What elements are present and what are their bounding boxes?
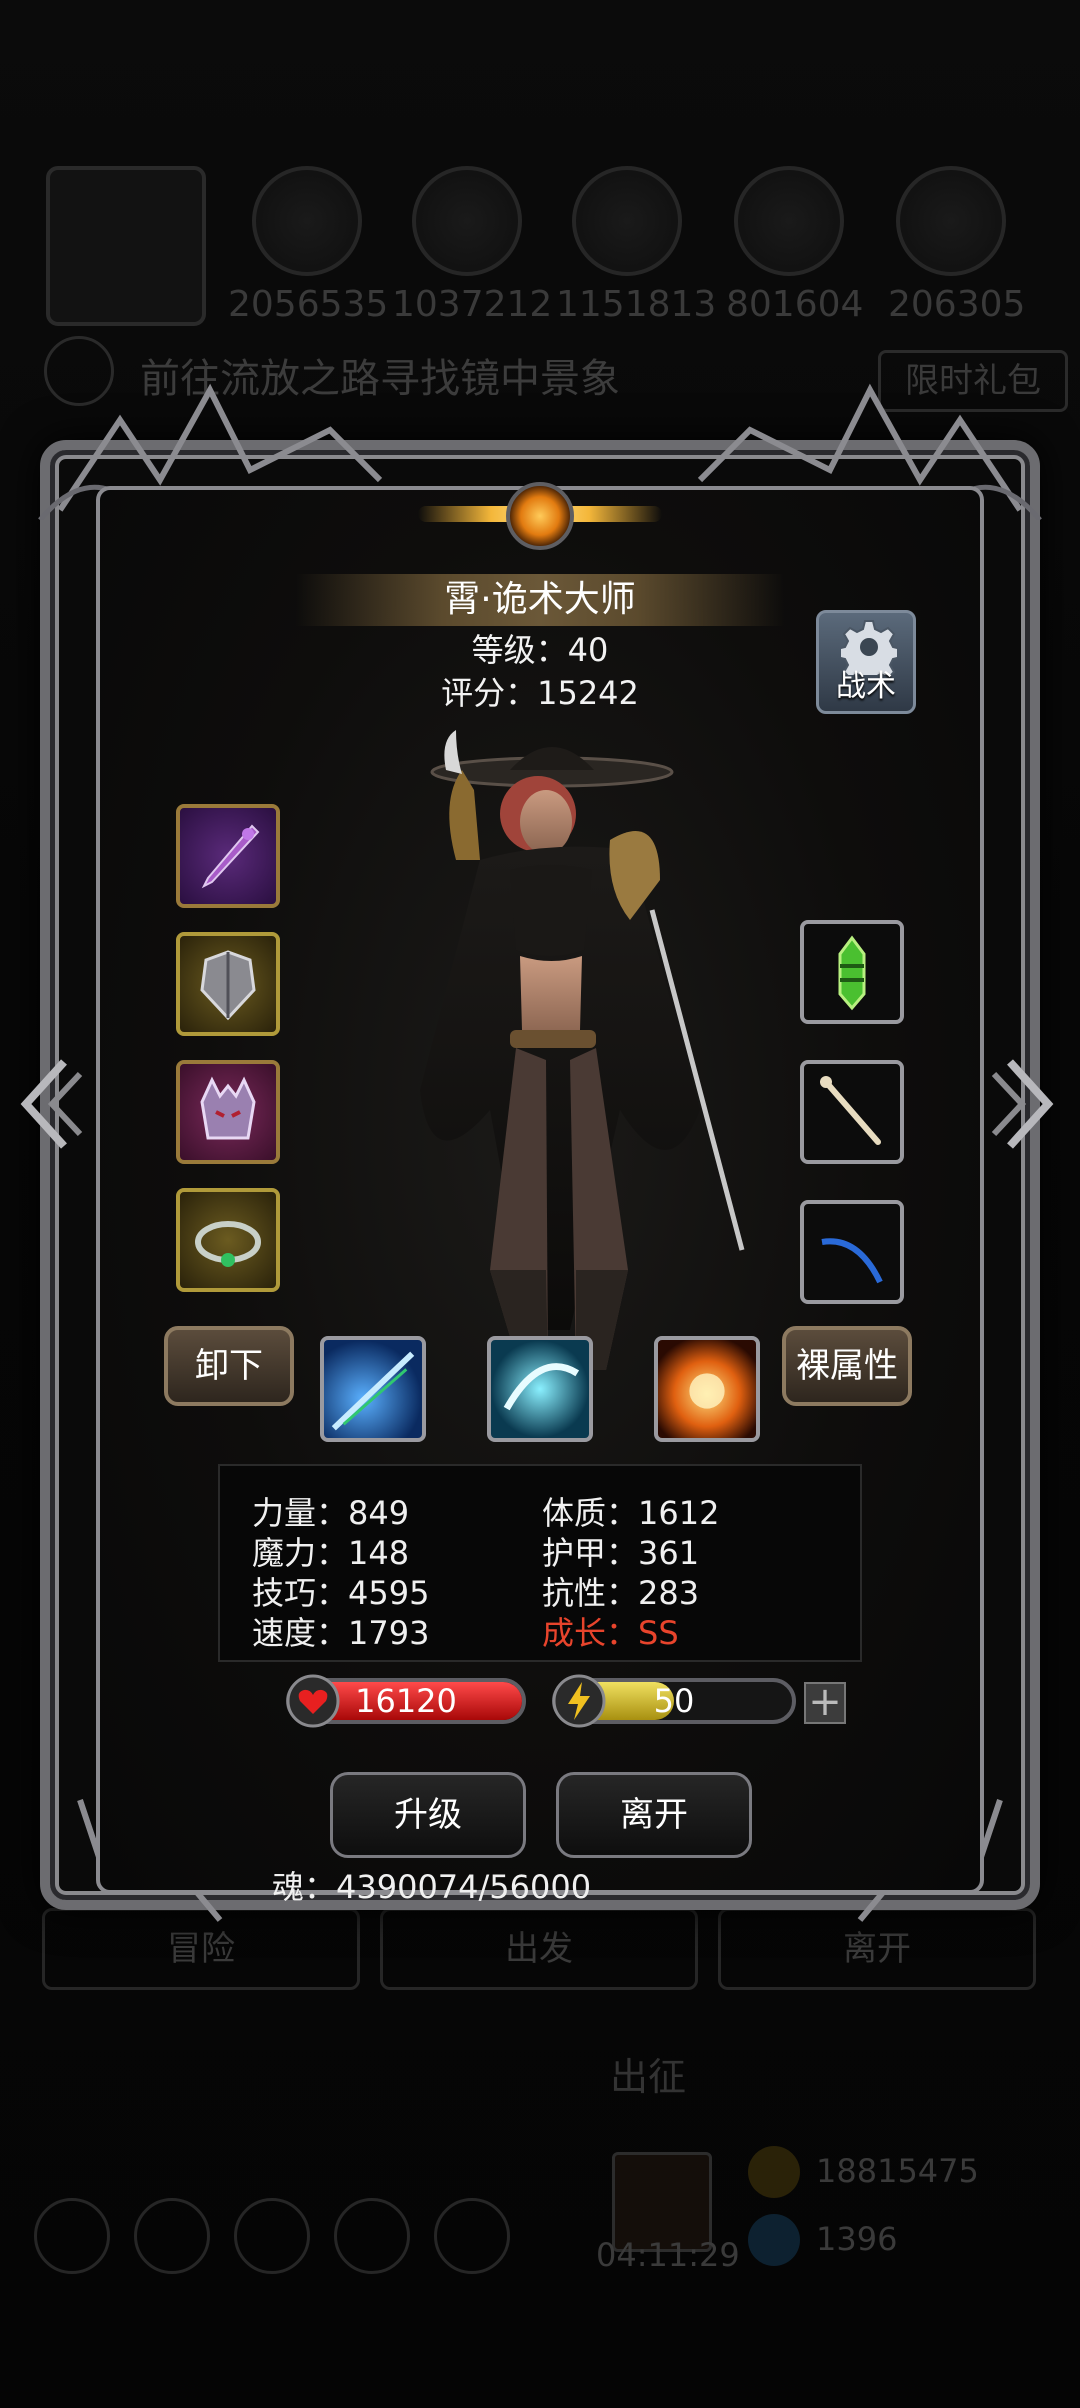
blue-bow-icon	[821, 1238, 883, 1284]
resource-icon	[734, 166, 844, 276]
ring-slot[interactable]	[176, 1188, 280, 1292]
base-attributes-button[interactable]: 裸属性	[782, 1326, 912, 1406]
sun-crest-icon	[418, 468, 662, 560]
gift-timer: 04:11:29	[596, 2236, 740, 2274]
skill-slot[interactable]	[320, 1336, 426, 1442]
resource-icon	[412, 166, 522, 276]
resource-icon	[252, 166, 362, 276]
hero-name: 霄·诡术大师	[444, 579, 636, 620]
stat-growth: 成长：SS	[542, 1614, 679, 1652]
emerald-ring-icon	[195, 1221, 261, 1267]
add-energy-button[interactable]: +	[804, 1682, 846, 1724]
ranged-slot[interactable]	[800, 1200, 904, 1304]
menu-icon	[134, 2198, 210, 2274]
tactics-button[interactable]: 战术	[816, 610, 916, 714]
previous-hero-arrow-icon[interactable]	[14, 1054, 84, 1154]
gem-value: 1396	[816, 2220, 898, 2258]
weapon-slot[interactable]	[176, 804, 280, 908]
menu-icon	[434, 2198, 510, 2274]
resource-value: 1151813	[556, 284, 717, 325]
hp-bar: 16120	[286, 1674, 526, 1728]
bone-wand-icon	[820, 1076, 881, 1145]
fire-burst-skill-icon	[689, 1373, 725, 1409]
armor-slot[interactable]	[176, 932, 280, 1036]
leave-button[interactable]: 离开	[556, 1772, 752, 1858]
player-avatar	[46, 166, 206, 326]
hero-score: 评分：15242	[441, 674, 639, 712]
green-amulet-icon	[838, 935, 866, 1011]
stat-speed: 速度：1793	[252, 1614, 430, 1652]
menu-icon	[334, 2198, 410, 2274]
gem-icon	[748, 2214, 800, 2266]
energy-bar: 50	[552, 1674, 796, 1728]
menu-icon	[234, 2198, 310, 2274]
unequip-button[interactable]: 卸下	[164, 1326, 294, 1406]
chest-armor-icon	[200, 950, 256, 1021]
offhand-slot[interactable]	[800, 1060, 904, 1164]
blue-arrow-skill-icon	[331, 1351, 415, 1431]
skill-slot[interactable]	[487, 1336, 593, 1442]
next-hero-arrow-icon[interactable]	[990, 1054, 1060, 1154]
cyan-slash-skill-icon	[503, 1363, 580, 1411]
resource-icon	[896, 166, 1006, 276]
hp-value: 16120	[355, 1682, 457, 1720]
resource-value: 2056535	[228, 284, 389, 325]
helmet-slot[interactable]	[176, 1060, 280, 1164]
gold-value: 18815475	[816, 2152, 979, 2190]
skill-slot[interactable]	[654, 1336, 760, 1442]
expedition-label: 出征	[610, 2055, 687, 2099]
tactics-label: 战术	[836, 669, 896, 704]
resource-value: 1037212	[392, 284, 553, 325]
resource-value: 801604	[726, 284, 864, 325]
resource-value: 206305	[888, 284, 1026, 325]
soul-counter: 魂：4390074/56000	[272, 1868, 592, 1906]
amulet-slot[interactable]	[800, 920, 904, 1024]
energy-value: 50	[653, 1682, 695, 1720]
resource-icon	[572, 166, 682, 276]
menu-icon	[34, 2198, 110, 2274]
upgrade-button[interactable]: 升级	[330, 1772, 526, 1858]
dagger-icon	[201, 824, 260, 889]
demon-helmet-icon	[200, 1076, 256, 1140]
gold-icon	[748, 2146, 800, 2198]
hero-level: 等级：40	[471, 631, 609, 669]
